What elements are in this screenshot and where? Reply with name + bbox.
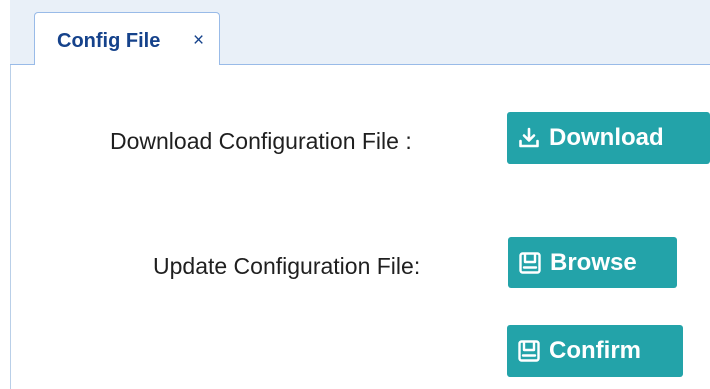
download-config-label: Download Configuration File :: [110, 128, 412, 154]
floppy-disk-icon: [518, 340, 540, 362]
tab-config-file[interactable]: Config File ×: [34, 12, 220, 65]
tab-config-file-label: Config File: [57, 30, 161, 52]
confirm-button[interactable]: Confirm: [507, 325, 683, 377]
download-button-label: Download: [549, 124, 664, 151]
confirm-button-label: Confirm: [549, 337, 641, 364]
browse-button-label: Browse: [550, 248, 637, 276]
config-file-panel: Config File × Download Configuration Fil…: [0, 0, 710, 389]
download-icon: [519, 127, 539, 148]
browse-button[interactable]: Browse: [508, 237, 677, 288]
config-file-content: Download Configuration File : Download U…: [11, 65, 710, 389]
close-icon[interactable]: ×: [193, 31, 204, 51]
floppy-disk-icon: [519, 251, 541, 274]
update-config-label: Update Configuration File:: [153, 253, 421, 279]
download-button[interactable]: Download: [507, 112, 710, 164]
tab-strip: Config File ×: [10, 0, 710, 65]
